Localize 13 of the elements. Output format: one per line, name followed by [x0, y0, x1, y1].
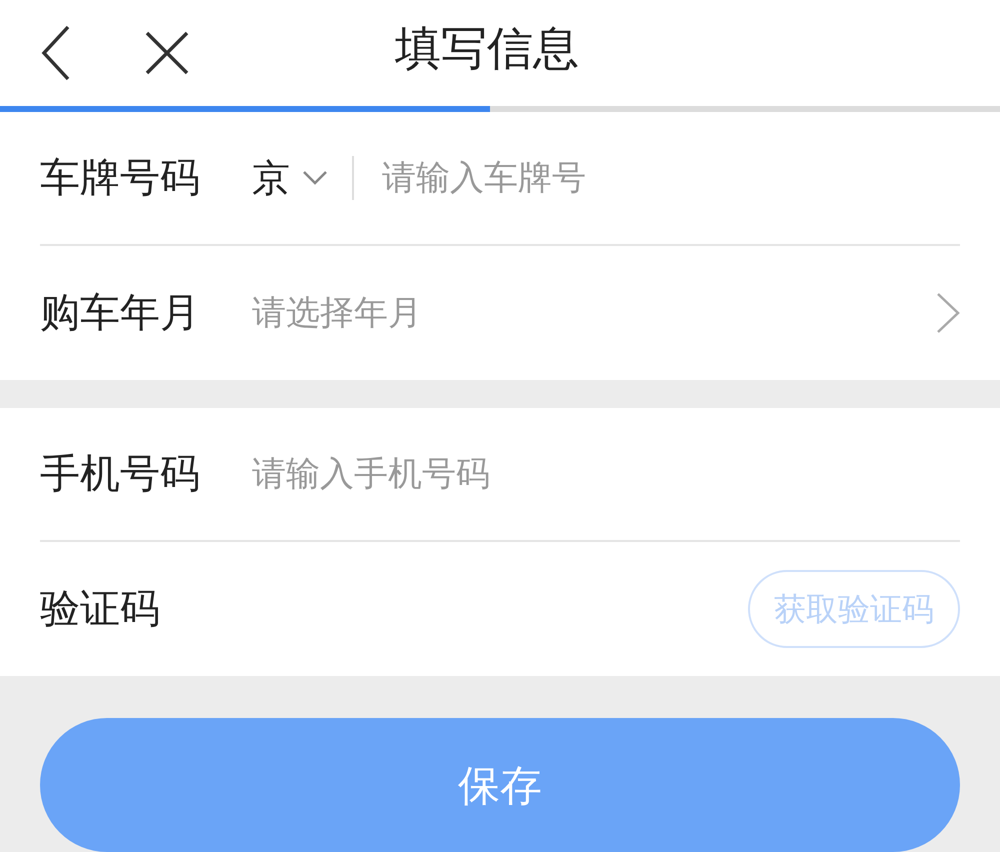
field-label: 车牌号码 — [40, 154, 201, 204]
save-button[interactable]: 保存 — [40, 718, 960, 852]
page-title: 填写信息 — [395, 20, 579, 77]
close-icon — [144, 30, 190, 76]
province-dropdown[interactable]: 京 — [252, 156, 354, 200]
field-label: 购车年月 — [40, 289, 201, 338]
date-picker[interactable]: 请选择年月 — [252, 288, 960, 339]
phone-input[interactable]: 请输入手机号码 — [252, 448, 960, 500]
caret-icon — [302, 170, 328, 186]
field-label: 验证码 — [40, 585, 161, 634]
field-label: 手机号码 — [40, 450, 201, 500]
plate-input[interactable]: 请输入车牌号 — [382, 152, 960, 204]
chevron-right-icon — [936, 292, 960, 334]
